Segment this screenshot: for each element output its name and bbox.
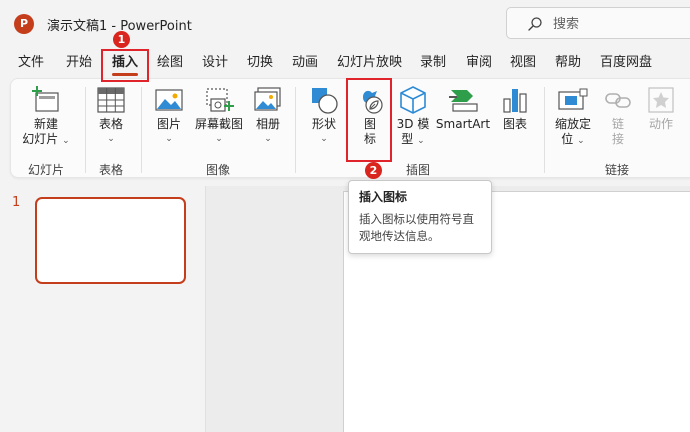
new-slide-label-2: 幻灯片 ⌄	[21, 132, 71, 149]
chevron-down-icon: ⌄	[320, 134, 328, 144]
photo-album-label: 相册	[255, 117, 280, 131]
screenshot-label: 屏幕截图	[194, 117, 243, 131]
shapes-button[interactable]: 形状 ⌄	[303, 85, 345, 147]
link-icon	[605, 93, 631, 108]
tab-record[interactable]: 录制	[420, 50, 446, 78]
tab-design[interactable]: 设计	[202, 50, 228, 78]
smartart-icon	[449, 90, 478, 112]
chevron-down-icon: ⌄	[107, 134, 115, 144]
step-badge-2: 2	[365, 162, 382, 179]
tab-transitions[interactable]: 切换	[247, 50, 273, 78]
group-label-slides: 幻灯片	[27, 163, 64, 177]
new-slide-label-line2: 幻灯片	[22, 132, 59, 146]
action-button[interactable]: 动作	[641, 85, 681, 132]
tab-baidu-netdisk[interactable]: 百度网盘	[600, 50, 652, 78]
smartart-label: SmartArt	[435, 117, 491, 131]
title-bar: P 演示文稿1 - PowerPoint	[0, 0, 690, 46]
link-label: 链	[611, 117, 624, 131]
chevron-down-icon: ⌄	[264, 134, 272, 144]
picture-label: 图片	[156, 117, 181, 131]
tab-file[interactable]: 文件	[18, 50, 44, 78]
chart-label: 图表	[502, 117, 527, 131]
zoom-label-line2: 位	[561, 132, 574, 146]
tooltip-description: 插入图标以使用符号直观地传达信息。	[359, 212, 474, 243]
tab-help[interactable]: 帮助	[555, 50, 581, 78]
group-separator	[85, 87, 86, 173]
table-icon	[97, 87, 125, 113]
action-label: 动作	[648, 117, 673, 131]
group-separator	[544, 87, 545, 173]
shapes-label: 形状	[311, 117, 336, 131]
chevron-down-icon: ⌄	[165, 134, 173, 144]
chart-button[interactable]: 图表	[497, 85, 533, 132]
search-icon	[528, 17, 542, 31]
slide-number: 1	[12, 195, 21, 210]
tab-view[interactable]: 视图	[510, 50, 536, 78]
group-label-illustrations: 插图	[405, 163, 430, 177]
3d-model-icon	[400, 86, 426, 114]
shapes-icon	[312, 88, 338, 114]
group-separator	[295, 87, 296, 173]
table-button[interactable]: 表格 ⌄	[91, 85, 131, 147]
chart-icon	[503, 89, 527, 113]
table-label: 表格	[98, 117, 123, 131]
icons-tooltip: 插入图标 插入图标以使用符号直观地传达信息。	[348, 180, 492, 254]
group-label-links: 链接	[604, 163, 629, 177]
new-slide-label: 新建	[33, 117, 58, 131]
slide-thumbnail[interactable]	[35, 197, 186, 284]
step-badge-1: 1	[113, 31, 130, 48]
3d-model-button[interactable]: 3D 模 型 ⌄	[393, 85, 433, 149]
search-input[interactable]	[553, 14, 683, 34]
chevron-down-icon: ⌄	[417, 136, 425, 146]
search-box[interactable]	[506, 7, 690, 39]
tab-review[interactable]: 审阅	[466, 50, 492, 78]
chevron-down-icon: ⌄	[577, 136, 585, 146]
powerpoint-logo-icon: P	[14, 14, 34, 34]
link-button[interactable]: 链 接	[601, 85, 635, 147]
new-slide-button[interactable]: 新建 幻灯片 ⌄	[21, 85, 71, 149]
chevron-down-icon: ⌄	[215, 134, 223, 144]
zoom-button[interactable]: 缩放定 位 ⌄	[552, 85, 594, 149]
new-slide-icon	[32, 86, 59, 112]
insert-tab-highlight	[101, 49, 149, 82]
chevron-down-icon: ⌄	[62, 136, 70, 146]
tab-animations[interactable]: 动画	[292, 50, 318, 78]
group-separator	[141, 87, 142, 173]
screenshot-button[interactable]: 屏幕截图 ⌄	[191, 85, 247, 147]
smartart-button[interactable]: SmartArt	[435, 85, 491, 132]
screenshot-icon	[206, 88, 234, 112]
icons-button-highlight	[346, 78, 392, 162]
3d-model-label: 3D 模	[396, 117, 430, 131]
picture-button[interactable]: 图片 ⌄	[149, 85, 189, 147]
zoom-icon	[558, 88, 588, 110]
3d-model-label-2: 型 ⌄	[393, 132, 433, 149]
tab-draw[interactable]: 绘图	[157, 50, 183, 78]
photo-album-button[interactable]: 相册 ⌄	[249, 85, 287, 147]
tab-home[interactable]: 开始	[66, 50, 92, 78]
zoom-label-2: 位 ⌄	[552, 132, 594, 149]
group-label-tables: 表格	[98, 163, 123, 177]
photo-album-icon	[254, 87, 281, 111]
picture-icon	[155, 89, 183, 111]
link-label-line2: 接	[611, 132, 624, 146]
group-label-images: 图像	[205, 163, 230, 177]
zoom-label: 缩放定	[554, 117, 591, 131]
tooltip-title: 插入图标	[359, 190, 408, 204]
3d-model-label-line2: 型	[401, 132, 414, 146]
action-icon	[648, 87, 674, 113]
tab-slideshow[interactable]: 幻灯片放映	[337, 50, 402, 78]
